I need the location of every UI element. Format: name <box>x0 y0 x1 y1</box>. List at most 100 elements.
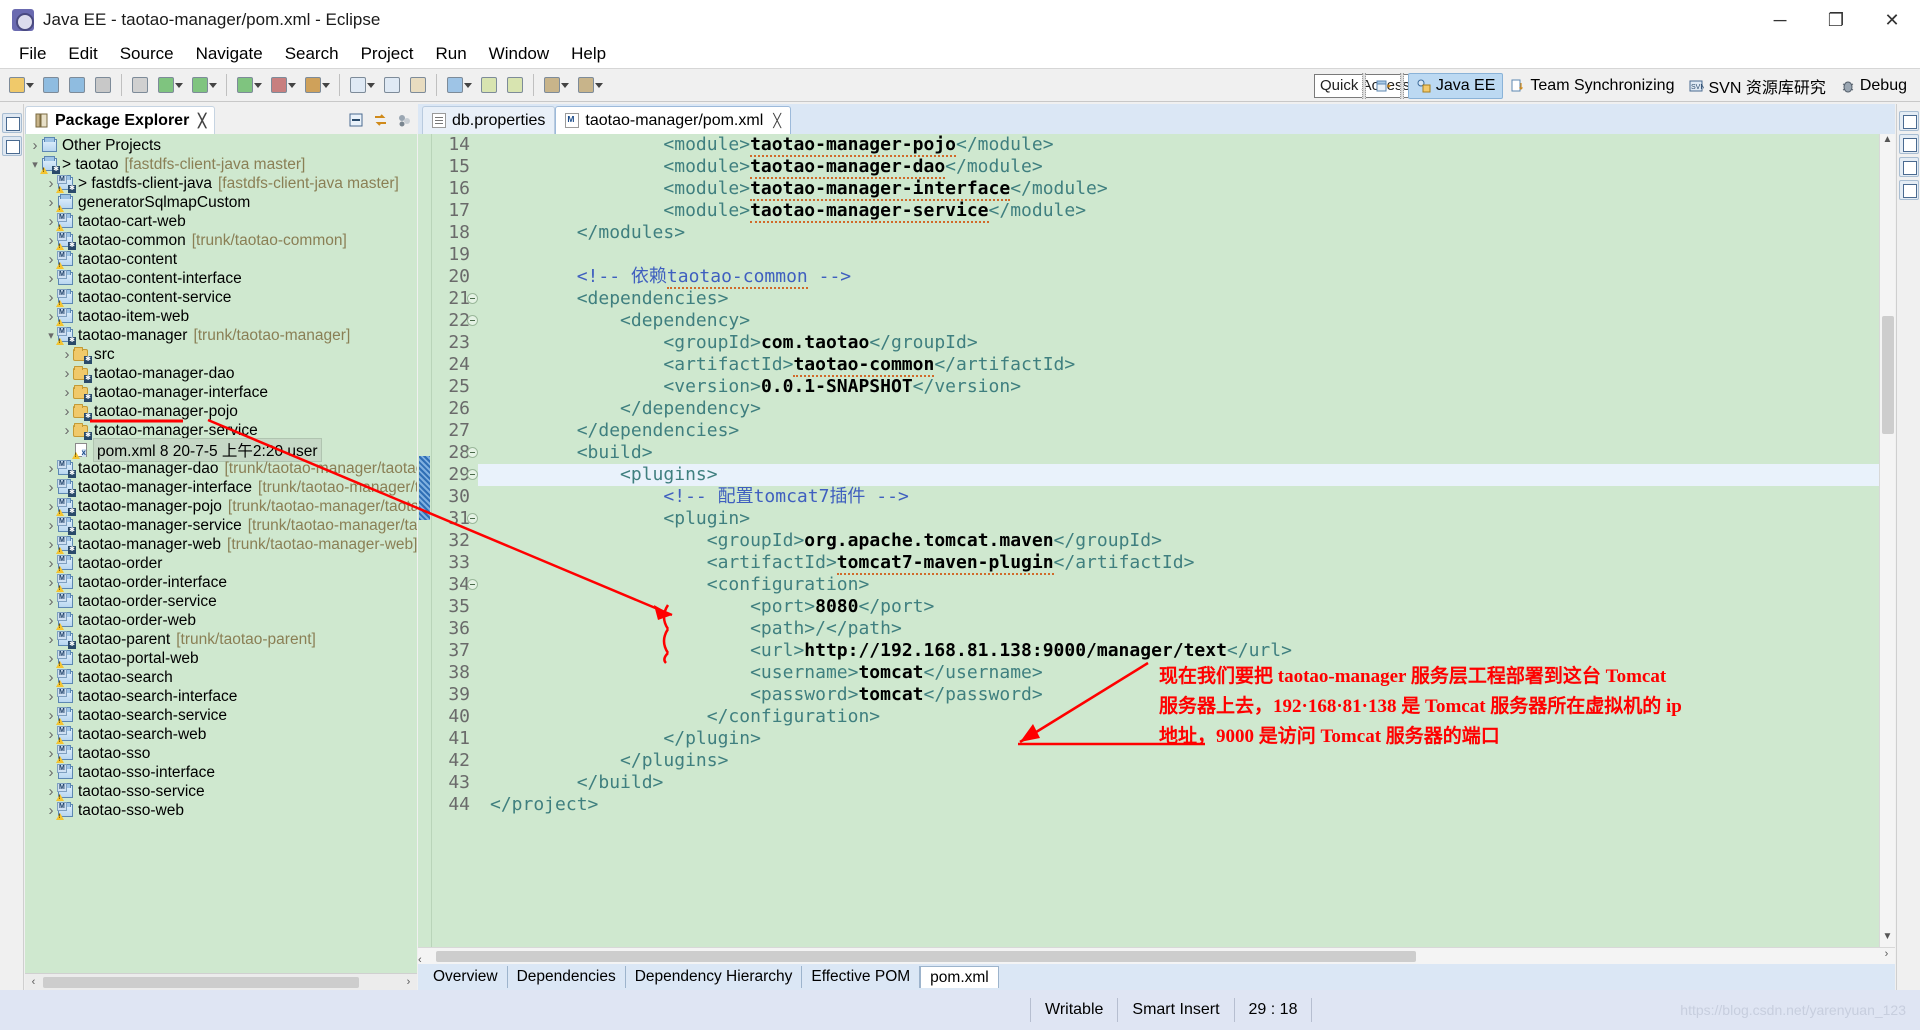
tree-item[interactable]: Mtaotao-search <box>25 668 417 687</box>
open-perspective-icon[interactable] <box>1371 74 1395 98</box>
perspective-svn-repo[interactable]: SVN SVN 资源库研究 <box>1681 71 1832 101</box>
tree-item[interactable]: ✱taotao-manager-pojo <box>25 402 417 421</box>
tree-item[interactable]: Mtaotao-order-web <box>25 611 417 630</box>
chevron-down-icon[interactable] <box>321 82 330 88</box>
chevron-right-icon[interactable] <box>45 593 57 610</box>
editor-vertical-scrollbar[interactable]: ▲ ▼ <box>1879 134 1895 947</box>
chevron-right-icon[interactable] <box>45 517 57 534</box>
code-line[interactable]: </project> <box>490 794 1895 816</box>
code-line[interactable]: </plugins> <box>490 750 1895 772</box>
explorer-horizontal-scrollbar[interactable]: ‹ › <box>25 973 417 990</box>
tree-item[interactable]: Mtaotao-sso <box>25 744 417 763</box>
chevron-right-icon[interactable] <box>29 137 41 154</box>
menu-window[interactable]: Window <box>478 41 560 67</box>
fold-collapse-icon[interactable] <box>467 513 478 524</box>
perspective-debug[interactable]: Debug <box>1833 74 1914 98</box>
tree-item[interactable]: Mtaotao-cart-web <box>25 212 417 231</box>
pom-tab-dependencies[interactable]: Dependencies <box>508 966 626 988</box>
tree-item[interactable]: Mtaotao-order-interface <box>25 573 417 592</box>
code-text[interactable]: <module>taotao-manager-pojo</module> <mo… <box>478 134 1895 947</box>
forward-icon[interactable] <box>574 73 606 97</box>
code-line[interactable]: <version>0.0.1-SNAPSHOT</version> <box>490 376 1895 398</box>
coverage-icon[interactable] <box>301 73 333 97</box>
close-button[interactable]: ✕ <box>1864 0 1920 40</box>
fold-collapse-icon[interactable] <box>467 315 478 326</box>
chevron-right-icon[interactable] <box>45 479 57 496</box>
code-line[interactable]: <module>taotao-manager-dao</module> <box>490 156 1895 179</box>
code-line[interactable]: <module>taotao-manager-interface</module… <box>490 178 1895 201</box>
code-line[interactable]: <artifactId>taotao-common</artifactId> <box>490 354 1895 377</box>
tree-item[interactable]: Mtaotao-sso-interface <box>25 763 417 782</box>
tree-item[interactable]: M✱taotao-manager-interface [trunk/taotao-… <box>25 478 417 497</box>
restore-outline-view-icon[interactable] <box>1899 111 1919 131</box>
scroll-up-icon[interactable]: ▲ <box>1880 134 1895 150</box>
menu-search[interactable]: Search <box>274 41 350 67</box>
previous-annotation-icon[interactable] <box>503 73 527 97</box>
chevron-right-icon[interactable] <box>45 688 57 705</box>
chevron-right-icon[interactable] <box>45 631 57 648</box>
chevron-right-icon[interactable] <box>61 422 73 439</box>
scrollbar-thumb[interactable] <box>436 951 1416 962</box>
editor-horizontal-scrollbar[interactable]: ‹ › <box>418 947 1895 966</box>
chevron-right-icon[interactable] <box>45 460 57 477</box>
code-line[interactable]: <groupId>com.taotao</groupId> <box>490 332 1895 354</box>
chevron-right-icon[interactable] <box>61 365 73 382</box>
collapse-all-icon[interactable] <box>348 112 365 129</box>
code-line[interactable]: <artifactId>tomcat7-maven-plugin</artifa… <box>490 552 1895 575</box>
chevron-down-icon[interactable] <box>560 82 569 88</box>
tree-item[interactable]: M✱taotao-manager-pojo [trunk/taotao-manag… <box>25 497 417 516</box>
tree-item[interactable]: Mtaotao-content-interface <box>25 269 417 288</box>
scroll-left-icon[interactable]: ‹ <box>418 954 422 966</box>
toolbar-drag-handle[interactable] <box>1361 73 1366 99</box>
code-line[interactable]: </modules> <box>490 222 1895 244</box>
scroll-right-icon[interactable]: › <box>400 976 417 988</box>
code-line[interactable] <box>490 244 1895 266</box>
tree-item[interactable]: M✱taotao-common [trunk/taotao-common] <box>25 231 417 250</box>
tab-package-explorer[interactable]: Package Explorer ╳ <box>25 106 216 134</box>
tree-item[interactable]: M✱> fastdfs-client-java [fastdfs-client-j… <box>25 174 417 193</box>
search-icon[interactable] <box>443 73 475 97</box>
scrollbar-thumb[interactable] <box>43 976 359 988</box>
tree-item[interactable]: M✱taotao-manager-web [trunk/taotao-manage… <box>25 535 417 554</box>
chevron-right-icon[interactable] <box>45 270 57 287</box>
project-tree[interactable]: Other Projects✱> taotao[fastdfs-client-j… <box>25 134 417 973</box>
editor-tab-db-properties[interactable]: db.properties <box>422 106 556 134</box>
new-package-icon[interactable] <box>406 73 430 97</box>
code-line[interactable]: <module>taotao-manager-pojo</module> <box>490 134 1895 157</box>
code-line[interactable]: <dependencies> <box>490 288 1895 310</box>
chevron-right-icon[interactable] <box>61 384 73 401</box>
menu-run[interactable]: Run <box>424 41 477 67</box>
restore-servers-icon[interactable] <box>1899 180 1919 200</box>
tree-item[interactable]: Mtaotao-item-web <box>25 307 417 326</box>
build-icon[interactable] <box>128 73 152 97</box>
back-icon[interactable] <box>540 73 572 97</box>
close-icon[interactable]: ╳ <box>773 113 781 129</box>
minimize-button[interactable]: ─ <box>1752 0 1808 40</box>
code-line[interactable]: <port>8080</port> <box>490 596 1895 618</box>
code-line[interactable]: <build> <box>490 442 1895 464</box>
tree-item[interactable]: M✱taotao-manager-service [trunk/taotao-ma… <box>25 516 417 535</box>
code-line[interactable]: <path>/</path> <box>490 618 1895 640</box>
fold-collapse-icon[interactable] <box>467 447 478 458</box>
code-line[interactable]: <!-- 依赖taotao-common --> <box>490 266 1895 289</box>
tree-item[interactable]: Mtaotao-search-web <box>25 725 417 744</box>
code-line[interactable]: <configuration> <box>490 574 1895 596</box>
chevron-right-icon[interactable] <box>61 403 73 420</box>
new-class-icon[interactable] <box>380 73 404 97</box>
menu-navigate[interactable]: Navigate <box>185 41 274 67</box>
tree-item[interactable]: Mtaotao-order <box>25 554 417 573</box>
restore-task-list-icon[interactable] <box>1899 134 1919 154</box>
chevron-down-icon[interactable] <box>25 82 34 88</box>
tree-item[interactable]: Mtaotao-order-service <box>25 592 417 611</box>
code-line[interactable]: </dependencies> <box>490 420 1895 442</box>
tree-item[interactable]: Mtaotao-search-interface <box>25 687 417 706</box>
tree-item[interactable]: Mtaotao-content-service <box>25 288 417 307</box>
tree-item[interactable]: Mtaotao-content <box>25 250 417 269</box>
fold-collapse-icon[interactable] <box>467 579 478 590</box>
new-icon[interactable] <box>5 73 37 97</box>
close-icon[interactable]: ╳ <box>198 113 206 129</box>
restore-snippets-icon[interactable] <box>1899 157 1919 177</box>
code-line[interactable]: <!-- 配置tomcat7插件 --> <box>490 486 1895 508</box>
pom-tab-pom-xml[interactable]: pom.xml <box>920 966 999 988</box>
tree-item[interactable]: ✱> taotao [fastdfs-client-java master] <box>25 155 417 174</box>
